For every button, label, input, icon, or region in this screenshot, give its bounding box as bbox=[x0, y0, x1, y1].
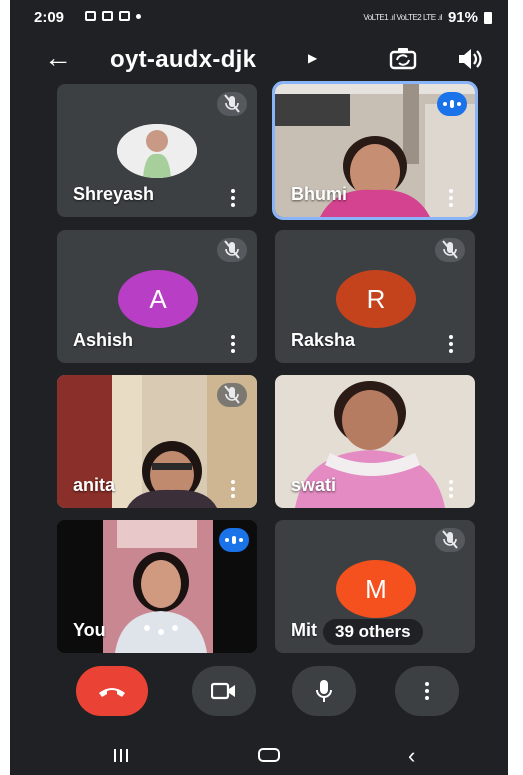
end-call-button[interactable] bbox=[76, 666, 148, 716]
recent-apps-icon[interactable] bbox=[114, 749, 128, 762]
participant-name: swati bbox=[291, 475, 337, 495]
others-count-chip[interactable]: 39 others bbox=[323, 619, 423, 645]
more-vert-icon[interactable] bbox=[449, 189, 453, 207]
battery-percent: 91% bbox=[447, 9, 478, 26]
signal-indicator: VoLTE1 .ıl VoLTE2 LTE .ıl bbox=[363, 13, 442, 22]
participant-name: Ashish bbox=[73, 330, 134, 350]
more-vert-icon bbox=[425, 682, 429, 700]
more-vert-icon[interactable] bbox=[231, 189, 235, 207]
participant-name: Raksha bbox=[291, 330, 356, 350]
phone-screen: 2:09 VoLTE1 .ıl VoLTE2 LTE .ıl 91% ← oyt… bbox=[10, 0, 508, 775]
camera-button[interactable] bbox=[192, 666, 256, 716]
participant-tile-raksha[interactable]: R Raksha bbox=[275, 230, 475, 363]
participant-name: You bbox=[73, 620, 106, 640]
avatar: R bbox=[336, 270, 416, 328]
bag-notification-icon bbox=[102, 11, 113, 21]
muted-mic-icon bbox=[217, 92, 247, 116]
meeting-code[interactable]: oyt-audx-djk bbox=[110, 46, 256, 74]
avatar: M bbox=[336, 560, 416, 618]
microphone-icon bbox=[316, 680, 332, 702]
more-notifications-icon bbox=[136, 13, 141, 19]
participant-photo bbox=[117, 124, 197, 178]
home-icon[interactable] bbox=[258, 748, 280, 762]
system-nav-bar: ‹ bbox=[10, 735, 508, 775]
participant-tile-ashish[interactable]: A Ashish bbox=[57, 230, 257, 363]
participant-tile-bhumi[interactable]: Bhumi bbox=[272, 81, 478, 220]
nav-back-icon[interactable]: ‹ bbox=[408, 743, 415, 769]
participant-tile-shreyash[interactable]: Shreyash bbox=[57, 84, 257, 217]
avatar: A bbox=[118, 270, 198, 328]
message-notification-icon bbox=[119, 11, 130, 21]
speaking-indicator-icon bbox=[219, 528, 249, 552]
hang-up-icon bbox=[99, 688, 125, 697]
muted-mic-icon bbox=[435, 238, 465, 262]
more-vert-icon[interactable] bbox=[231, 480, 235, 498]
participant-name: anita bbox=[73, 475, 116, 495]
participant-name: Bhumi bbox=[291, 184, 347, 204]
muted-mic-icon bbox=[435, 528, 465, 552]
muted-mic-icon bbox=[217, 238, 247, 262]
more-vert-icon[interactable] bbox=[449, 480, 453, 498]
participant-tile-others[interactable]: M Mit 39 others bbox=[275, 520, 475, 653]
switch-camera-icon[interactable] bbox=[388, 46, 418, 72]
more-vert-icon[interactable] bbox=[231, 335, 235, 353]
more-options-button[interactable] bbox=[395, 666, 459, 716]
status-bar: 2:09 VoLTE1 .ıl VoLTE2 LTE .ıl 91% bbox=[10, 0, 508, 36]
status-time: 2:09 bbox=[34, 9, 65, 26]
notification-icons bbox=[85, 11, 141, 21]
participant-name: Shreyash bbox=[73, 184, 155, 204]
gallery-notification-icon bbox=[85, 11, 96, 21]
battery-icon bbox=[484, 11, 492, 24]
meeting-details-caret-icon[interactable]: ▶ bbox=[308, 51, 317, 65]
microphone-button[interactable] bbox=[292, 666, 356, 716]
muted-mic-icon bbox=[217, 383, 247, 407]
participant-name: Mit bbox=[291, 620, 317, 640]
status-right: VoLTE1 .ıl VoLTE2 LTE .ıl 91% bbox=[363, 9, 492, 26]
speaker-icon[interactable] bbox=[456, 46, 484, 72]
video-camera-icon bbox=[211, 682, 235, 700]
participant-tile-you[interactable]: You bbox=[57, 520, 257, 653]
speaking-indicator-icon bbox=[437, 92, 467, 116]
participant-tile-anita[interactable]: anita bbox=[57, 375, 257, 508]
back-arrow-icon[interactable]: ← bbox=[44, 44, 72, 72]
call-header: ← oyt-audx-djk ▶ bbox=[10, 36, 508, 82]
more-vert-icon[interactable] bbox=[449, 335, 453, 353]
participant-tile-swati[interactable]: swati bbox=[275, 375, 475, 508]
